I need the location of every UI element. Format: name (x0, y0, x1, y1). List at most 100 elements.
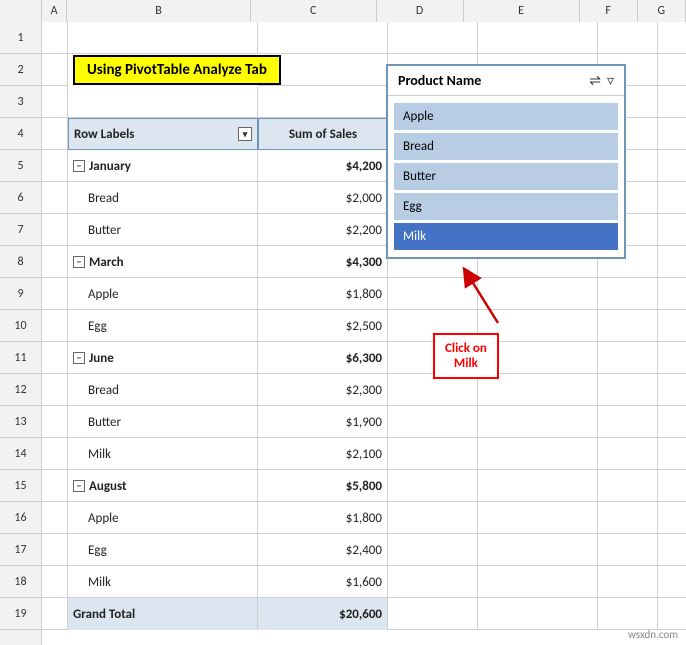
cell-12g (658, 374, 686, 406)
cell-7c-butter-val: $2,200 (258, 214, 388, 246)
cell-9a (42, 278, 68, 310)
row-num-8: 8 (0, 246, 41, 278)
filter-header: Product Name ⇌ ▿ (388, 66, 624, 96)
cell-16b-apple: Apple (68, 502, 258, 534)
filter-item-butter[interactable]: Butter (394, 163, 618, 190)
filter-panel: Product Name ⇌ ▿ Apple Bread Butter Egg … (386, 64, 626, 259)
col-header-d: D (377, 0, 464, 22)
filter-item-milk[interactable]: Milk (394, 223, 618, 250)
row-num-19: 19 (0, 598, 41, 630)
filter-list: Apple Bread Butter Egg Milk (388, 96, 624, 257)
cell-1b (68, 22, 258, 54)
cell-1g (658, 22, 686, 54)
cell-10a (42, 310, 68, 342)
cell-9c-apple-val: $1,800 (258, 278, 388, 310)
cell-15c-august-total: $5,800 (258, 470, 388, 502)
filter-funnel-icon[interactable]: ▿ (607, 72, 614, 89)
spreadsheet: A B C D E F G 1 2 3 4 5 6 7 8 9 10 11 12… (0, 0, 686, 645)
filter-sort-icon[interactable]: ⇌ (589, 72, 601, 89)
col-header-b: B (67, 0, 251, 22)
cell-18a (42, 566, 68, 598)
cell-11c-june-total: $6,300 (258, 342, 388, 374)
row-num-15: 15 (0, 470, 41, 502)
row-num-14: 14 (0, 438, 41, 470)
cell-9b-apple: Apple (68, 278, 258, 310)
row-num-18: 18 (0, 566, 41, 598)
row-19: Grand Total $20,600 (42, 598, 686, 630)
cell-15e (478, 470, 598, 502)
cell-15f (598, 470, 658, 502)
row-num-7: 7 (0, 214, 41, 246)
row-num-17: 17 (0, 534, 41, 566)
row-12: Bread $2,300 (42, 374, 686, 406)
row-num-11: 11 (0, 342, 41, 374)
column-headers: A B C D E F G (0, 0, 686, 22)
cell-12b-bread: Bread (68, 374, 258, 406)
cell-14d (388, 438, 478, 470)
cell-14f (598, 438, 658, 470)
cell-12c-bread-val: $2,300 (258, 374, 388, 406)
cell-11b-june: − June (68, 342, 258, 374)
cell-7a (42, 214, 68, 246)
cell-1e (478, 22, 598, 54)
cell-9g (658, 278, 686, 310)
cell-18f (598, 566, 658, 598)
cell-19f (598, 598, 658, 630)
cell-13a (42, 406, 68, 438)
row-num-10: 10 (0, 310, 41, 342)
cell-19b-grand-total: Grand Total (68, 598, 258, 630)
cell-8c-march-total: $4,300 (258, 246, 388, 278)
cell-2c (258, 54, 388, 86)
june-collapse-icon[interactable]: − (73, 352, 85, 364)
august-label: August (89, 479, 127, 494)
row-labels-dropdown-icon[interactable]: ▾ (238, 127, 252, 141)
cell-18c-milk-val: $1,600 (258, 566, 388, 598)
filter-item-bread[interactable]: Bread (394, 133, 618, 160)
cell-10b-egg: Egg (68, 310, 258, 342)
cell-12a (42, 374, 68, 406)
row-num-1: 1 (0, 22, 41, 54)
cell-11a (42, 342, 68, 374)
row-13: Butter $1,900 (42, 406, 686, 438)
cell-5a (42, 150, 68, 182)
filter-item-apple[interactable]: Apple (394, 103, 618, 130)
watermark: wsxdn.com (628, 628, 678, 641)
cell-10f (598, 310, 658, 342)
march-collapse-icon[interactable]: − (73, 256, 85, 268)
cell-3c (258, 86, 388, 118)
cell-1d (388, 22, 478, 54)
row-numbers: 1 2 3 4 5 6 7 8 9 10 11 12 13 14 15 16 1… (0, 22, 42, 645)
cell-14e (478, 438, 598, 470)
cell-18g (658, 566, 686, 598)
cell-14a (42, 438, 68, 470)
cell-7g (658, 214, 686, 246)
row-1 (42, 22, 686, 54)
filter-item-egg[interactable]: Egg (394, 193, 618, 220)
cell-4g (658, 118, 686, 150)
cell-15b-august: − August (68, 470, 258, 502)
cell-13e (478, 406, 598, 438)
cell-16g (658, 502, 686, 534)
cell-13b-butter: Butter (68, 406, 258, 438)
cell-17c-egg-val: $2,400 (258, 534, 388, 566)
cell-3b (68, 86, 258, 118)
cell-12f (598, 374, 658, 406)
cell-5g (658, 150, 686, 182)
row-num-5: 5 (0, 150, 41, 182)
cell-16a (42, 502, 68, 534)
cell-17f (598, 534, 658, 566)
august-collapse-icon[interactable]: − (73, 480, 85, 492)
row-9: Apple $1,800 (42, 278, 686, 310)
cell-2g (658, 54, 686, 86)
cell-10c-egg-val: $2,500 (258, 310, 388, 342)
cell-13c-butter-val: $1,900 (258, 406, 388, 438)
corner-cell (0, 0, 42, 22)
callout-line2: Milk (445, 356, 487, 371)
col-header-g: G (638, 0, 686, 22)
cell-3g (658, 86, 686, 118)
cell-11g (658, 342, 686, 374)
january-collapse-icon[interactable]: − (73, 160, 85, 172)
cell-16f (598, 502, 658, 534)
cell-8a (42, 246, 68, 278)
row-num-2: 2 (0, 54, 41, 86)
